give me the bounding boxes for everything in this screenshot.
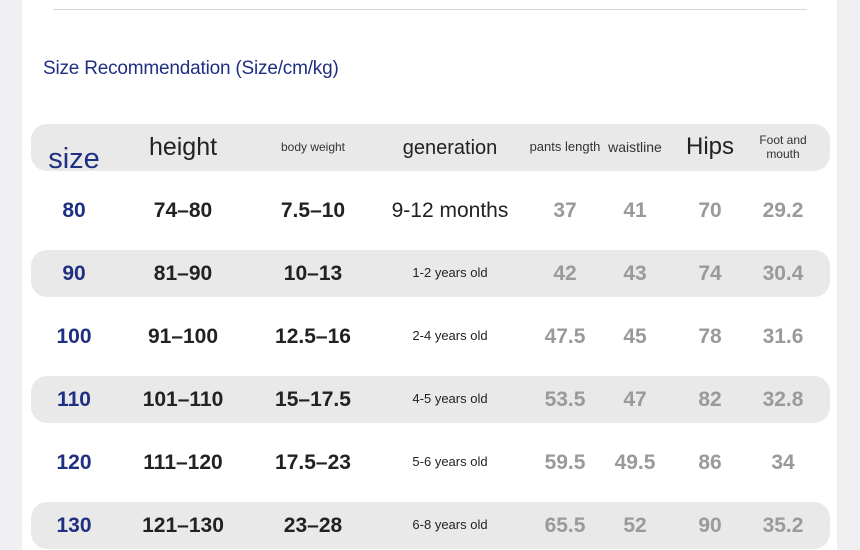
table-row: 120 111–120 17.5–23 5-6 years old 59.5 4…	[31, 439, 830, 486]
size-chart-page: Size Recommendation (Size/cm/kg) size he…	[22, 0, 837, 550]
foot-and-mouth-cell: 35.2	[762, 513, 804, 537]
hips-cell: 78	[698, 324, 722, 348]
pants-length-cell: 37	[553, 198, 577, 222]
foot-and-mouth-cell: 30.4	[762, 261, 804, 285]
generation-cell: 6-8 years old	[412, 517, 488, 533]
foot-and-mouth-cell: 34	[771, 450, 795, 474]
hips-cell: 82	[698, 387, 722, 411]
table-row: 80 74–80 7.5–10 9-12 months 37 41 70 29.…	[31, 187, 830, 234]
table-row: 100 91–100 12.5–16 2-4 years old 47.5 45…	[31, 313, 830, 360]
waistline-cell: 43	[623, 261, 647, 285]
divider-line	[53, 9, 807, 10]
height-cell: 74–80	[153, 198, 213, 222]
header-hips: Hips	[685, 133, 735, 161]
generation-cell: 1-2 years old	[412, 265, 488, 281]
size-cell: 100	[56, 324, 92, 348]
waistline-cell: 47	[623, 387, 647, 411]
foot-and-mouth-cell: 32.8	[762, 387, 804, 411]
body-weight-cell: 10–13	[283, 261, 343, 285]
body-weight-cell: 15–17.5	[275, 387, 351, 411]
table-row: 110 101–110 15–17.5 4-5 years old 53.5 4…	[31, 376, 830, 423]
waistline-cell: 49.5	[614, 450, 656, 474]
body-weight-cell: 23–28	[283, 513, 343, 537]
size-table: size height body weight generation pants…	[31, 124, 830, 549]
waistline-cell: 45	[623, 324, 647, 348]
body-weight-cell: 17.5–23	[275, 450, 351, 474]
table-header-row: size height body weight generation pants…	[31, 124, 830, 174]
hips-cell: 86	[698, 450, 722, 474]
size-cell: 120	[56, 450, 92, 474]
pants-length-cell: 65.5	[544, 513, 586, 537]
size-cell: 80	[62, 198, 86, 222]
size-cell: 90	[62, 261, 86, 285]
generation-cell: 5-6 years old	[412, 454, 488, 470]
table-row: 130 121–130 23–28 6-8 years old 65.5 52 …	[31, 502, 830, 549]
header-height: height	[148, 132, 218, 161]
height-cell: 111–120	[143, 450, 223, 474]
header-body-weight: body weight	[280, 139, 346, 154]
size-cell: 130	[56, 513, 92, 537]
size-recommendation-title: Size Recommendation (Size/cm/kg)	[43, 58, 339, 79]
pants-length-cell: 47.5	[544, 324, 586, 348]
waistline-cell: 52	[623, 513, 647, 537]
pants-length-cell: 59.5	[544, 450, 586, 474]
body-weight-cell: 7.5–10	[280, 198, 346, 222]
foot-and-mouth-cell: 29.2	[762, 198, 804, 222]
generation-cell: 2-4 years old	[412, 328, 488, 344]
header-generation: generation	[402, 136, 498, 159]
height-cell: 101–110	[142, 387, 224, 411]
generation-cell: 4-5 years old	[412, 391, 488, 407]
body-weight-cell: 12.5–16	[275, 324, 351, 348]
header-foot-and-mouth: Foot and mouth	[759, 133, 807, 161]
height-cell: 91–100	[147, 324, 219, 348]
waistline-cell: 41	[623, 198, 647, 222]
hips-cell: 74	[698, 261, 722, 285]
header-waistline: waistline	[608, 138, 662, 155]
generation-cell: 9-12 months	[391, 198, 509, 222]
height-cell: 121–130	[142, 513, 224, 537]
header-size: size	[48, 142, 100, 175]
height-cell: 81–90	[153, 261, 213, 285]
pants-length-cell: 42	[553, 261, 577, 285]
header-pants-length: pants length	[529, 139, 601, 155]
hips-cell: 90	[698, 513, 722, 537]
pants-length-cell: 53.5	[544, 387, 586, 411]
foot-and-mouth-cell: 31.6	[762, 324, 804, 348]
size-cell: 110	[57, 387, 91, 411]
table-row: 90 81–90 10–13 1-2 years old 42 43 74 30…	[31, 250, 830, 297]
hips-cell: 70	[698, 198, 722, 222]
